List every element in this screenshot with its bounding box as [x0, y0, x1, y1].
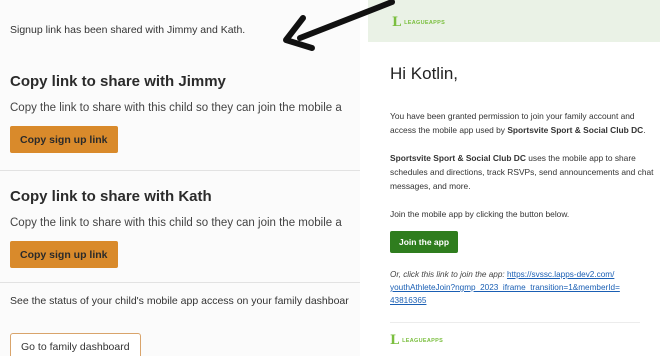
kath-section-description: Copy the link to share with this child s… [10, 217, 342, 229]
email-footer-divider [390, 322, 640, 323]
leagueapps-footer-logo: L LEAGUEAPPS [390, 334, 443, 347]
invitation-email-preview: L LEAGUEAPPS Hi Kotlin, You have been gr… [368, 0, 660, 356]
copy-sign-up-link-kath-button[interactable]: Copy sign up link [10, 241, 118, 268]
join-the-app-button[interactable]: Join the app [390, 231, 458, 253]
email-features-paragraph: Sportsvite Sport & Social Club DC uses t… [390, 151, 654, 193]
jimmy-section-description: Copy the link to share with this child s… [10, 102, 342, 114]
join-app-link[interactable]: youthAthleteJoin?ngmp_2023_iframe_transi… [390, 283, 620, 292]
leagueapps-logo: L LEAGUEAPPS [392, 16, 445, 29]
join-instruction-text: Join the mobile app by clicking the butt… [390, 209, 570, 219]
features-line-3: messages, and more. [390, 181, 471, 191]
go-to-family-dashboard-button[interactable]: Go to family dashboard [10, 333, 141, 356]
permission-line-2-end: . [643, 125, 646, 135]
copy-sign-up-link-jimmy-button[interactable]: Copy sign up link [10, 126, 118, 153]
leagueapps-logo-icon: L [392, 15, 402, 30]
features-line-2: schedules and directions, track RSVPs, s… [390, 167, 654, 177]
features-line-1: uses the mobile app to share [525, 153, 636, 163]
organization-name: Sportsvite Sport & Social Club DC [390, 153, 526, 163]
leagueapps-logo-text: LEAGUEAPPS [402, 337, 444, 344]
email-greeting: Hi Kotlin, [390, 64, 459, 83]
section-divider [0, 170, 360, 171]
organization-name: Sportsvite Sport & Social Club DC [507, 125, 644, 135]
email-header: L LEAGUEAPPS [368, 0, 660, 42]
jimmy-section-title: Copy link to share with Jimmy [10, 73, 226, 90]
alternate-join-link-block: Or, click this link to join the app: htt… [390, 268, 620, 307]
email-body [368, 42, 660, 356]
join-app-link[interactable]: 43816365 [390, 296, 426, 305]
dashboard-status-text: See the status of your child's mobile ap… [10, 295, 349, 307]
join-app-link[interactable]: https://svssc.lapps-dev2.com/ [507, 270, 614, 279]
share-confirmation-text: Signup link has been shared with Jimmy a… [10, 24, 246, 36]
section-divider [0, 282, 360, 283]
leagueapps-logo-text: LEAGUEAPPS [404, 19, 446, 26]
permission-line-1: You have been granted permission to join… [390, 111, 635, 121]
leagueapps-logo-icon: L [390, 333, 400, 348]
signup-share-panel: Signup link has been shared with Jimmy a… [0, 0, 360, 356]
kath-section-title: Copy link to share with Kath [10, 188, 212, 205]
email-permission-paragraph: You have been granted permission to join… [390, 109, 646, 137]
alternate-link-intro: Or, click this link to join the app: [390, 270, 505, 279]
permission-line-2: access the mobile app used by [390, 125, 508, 135]
